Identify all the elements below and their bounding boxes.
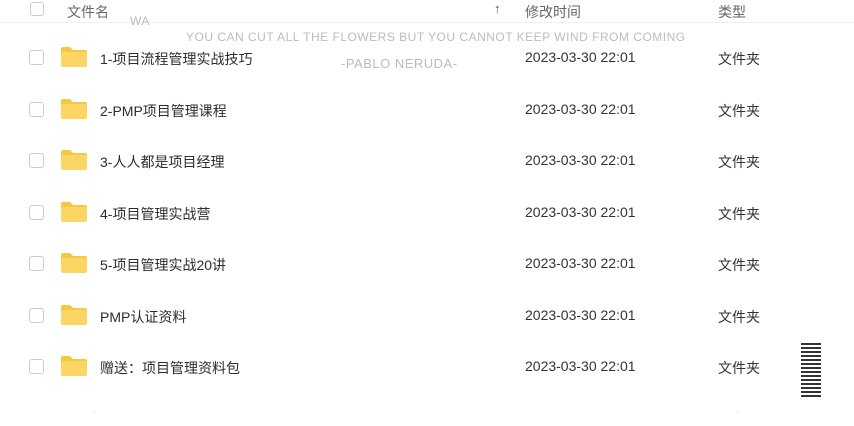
column-header-modified[interactable]: 修改时间: [525, 2, 581, 22]
file-type: 文件夹: [718, 102, 760, 119]
file-name[interactable]: 1-项目流程管理实战技巧: [100, 49, 252, 69]
file-name[interactable]: 2-PMP项目管理课程: [100, 101, 227, 121]
file-type: 文件夹: [718, 360, 760, 376]
file-row[interactable]: 赠送：项目管理资料包 2023-03-30 22:01 文件夹: [0, 356, 854, 411]
file-row[interactable]: 2-PMP项目管理课程 2023-03-30 22:01 文件夹: [0, 98, 854, 154]
row-checkbox[interactable]: [29, 101, 44, 117]
file-modified-time: 2023-03-30 22:01: [525, 152, 636, 168]
file-type: 文件夹: [718, 308, 760, 325]
row-checkbox[interactable]: [29, 256, 44, 271]
folder-icon: [61, 253, 87, 273]
row-checkbox[interactable]: [29, 50, 44, 65]
select-all-checkbox[interactable]: [30, 2, 44, 16]
file-modified-time: 2023-03-30 22:01: [525, 358, 636, 374]
row-checkbox[interactable]: [29, 359, 44, 374]
file-row[interactable]: 5-项目管理实战20讲 2023-03-30 22:01 文件夹: [0, 253, 854, 308]
row-checkbox[interactable]: [29, 307, 44, 323]
row-checkbox[interactable]: [29, 153, 44, 168]
folder-icon: [61, 47, 87, 67]
folder-icon: [61, 98, 87, 119]
watermark-faint-left: WA: [130, 14, 150, 28]
barcode-icon: [801, 343, 821, 401]
folder-icon: [61, 150, 87, 170]
file-row[interactable]: PMP认证资料 2023-03-30 22:01 文件夹: [0, 304, 854, 360]
file-row[interactable]: 3-人人都是项目经理 2023-03-30 22:01 文件夹: [0, 150, 854, 205]
folder-icon: [61, 201, 87, 222]
divider-dot: ·: [736, 406, 740, 417]
column-header-name[interactable]: 文件名: [67, 2, 109, 22]
file-type: 文件夹: [718, 257, 760, 273]
file-modified-time: 2023-03-30 22:01: [525, 100, 636, 117]
file-list-header: 文件名 ↑ 修改时间 类型: [0, 0, 854, 23]
file-row[interactable]: 1-项目流程管理实战技巧 2023-03-30 22:01 文件夹: [0, 47, 854, 102]
divider-dot: ·: [93, 406, 97, 417]
watermark-quote: YOU CAN CUT ALL THE FLOWERS BUT YOU CANN…: [186, 30, 686, 44]
file-name[interactable]: PMP认证资料: [100, 307, 186, 327]
file-name[interactable]: 赠送：项目管理资料包: [100, 358, 240, 378]
file-type: 文件夹: [718, 154, 760, 170]
folder-icon: [61, 304, 87, 325]
file-name[interactable]: 5-项目管理实战20讲: [100, 255, 226, 275]
file-type: 文件夹: [718, 205, 760, 222]
file-name[interactable]: 4-项目管理实战营: [100, 204, 210, 224]
file-modified-time: 2023-03-30 22:01: [525, 306, 636, 323]
file-name[interactable]: 3-人人都是项目经理: [100, 152, 224, 172]
file-modified-time: 2023-03-30 22:01: [525, 203, 636, 220]
file-modified-time: 2023-03-30 22:01: [525, 255, 636, 271]
folder-icon: [61, 356, 87, 376]
column-header-type[interactable]: 类型: [718, 2, 746, 22]
file-modified-time: 2023-03-30 22:01: [525, 49, 636, 65]
row-checkbox[interactable]: [29, 204, 44, 220]
file-row[interactable]: 4-项目管理实战营 2023-03-30 22:01 文件夹: [0, 201, 854, 257]
sort-ascending-icon[interactable]: ↑: [494, 1, 501, 16]
file-type: 文件夹: [718, 51, 760, 67]
